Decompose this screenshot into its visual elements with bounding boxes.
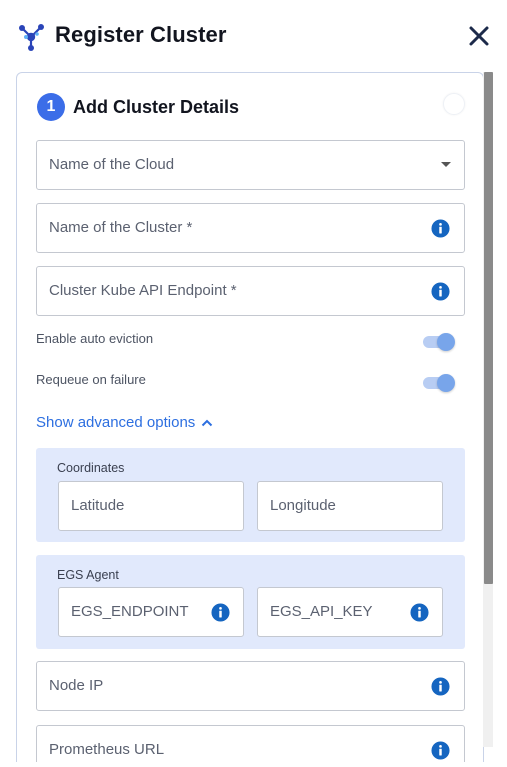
cloud-name-select[interactable]: Name of the Cloud <box>36 140 465 190</box>
cluster-name-label: Name of the Cluster * <box>49 219 193 236</box>
coordinates-group: Coordinates Latitude Longitude <box>36 448 465 542</box>
step-title: Add Cluster Details <box>73 97 240 117</box>
cluster-name-field[interactable]: Name of the Cluster * <box>36 203 465 253</box>
info-icon[interactable] <box>431 677 450 696</box>
egs-endpoint-field[interactable]: EGS_ENDPOINT <box>58 587 244 637</box>
info-icon[interactable] <box>431 219 450 238</box>
egs-endpoint-label: EGS_ENDPOINT <box>71 603 189 620</box>
chevron-down-icon[interactable] <box>441 162 451 167</box>
advanced-options-label: Show advanced options <box>36 414 196 431</box>
show-advanced-options-link[interactable]: Show advanced options <box>36 414 213 431</box>
longitude-field[interactable]: Longitude <box>257 481 443 531</box>
info-icon[interactable] <box>410 603 429 622</box>
dialog-header: Register Cluster <box>0 0 507 72</box>
requeue-label: Requeue on failure <box>36 372 146 387</box>
api-endpoint-label: Cluster Kube API Endpoint * <box>49 282 237 299</box>
cluster-details-panel: 1 Add Cluster Details Name of the Cloud … <box>16 72 484 762</box>
egs-agent-title: EGS Agent <box>57 568 119 582</box>
latitude-field[interactable]: Latitude <box>58 481 244 531</box>
dialog-title: Register Cluster <box>55 22 227 47</box>
requeue-toggle[interactable] <box>423 372 459 394</box>
auto-eviction-label: Enable auto eviction <box>36 331 154 346</box>
api-endpoint-field[interactable]: Cluster Kube API Endpoint * <box>36 266 465 316</box>
chevron-up-icon <box>202 419 213 426</box>
scrollbar-thumb[interactable] <box>484 72 493 584</box>
coordinates-title: Coordinates <box>57 461 125 475</box>
egs-agent-group: EGS Agent EGS_ENDPOINT EGS_API_KEY <box>36 555 465 649</box>
prometheus-url-field[interactable]: Prometheus URL <box>36 725 465 762</box>
longitude-label: Longitude <box>270 497 336 514</box>
prometheus-url-label: Prometheus URL <box>49 741 165 758</box>
node-ip-field[interactable]: Node IP <box>36 661 465 711</box>
step-status-indicator <box>443 93 465 115</box>
kubeslice-logo-icon <box>19 24 44 51</box>
cloud-name-placeholder: Name of the Cloud <box>49 156 175 173</box>
close-icon[interactable] <box>467 24 491 48</box>
egs-api-key-label: EGS_API_KEY <box>270 603 373 620</box>
info-icon[interactable] <box>431 282 450 301</box>
latitude-label: Latitude <box>71 497 125 514</box>
egs-api-key-field[interactable]: EGS_API_KEY <box>257 587 443 637</box>
step-number-badge: 1 <box>37 93 65 121</box>
info-icon[interactable] <box>431 741 450 760</box>
node-ip-label: Node IP <box>49 677 104 694</box>
info-icon[interactable] <box>211 603 230 622</box>
auto-eviction-toggle[interactable] <box>423 331 459 353</box>
